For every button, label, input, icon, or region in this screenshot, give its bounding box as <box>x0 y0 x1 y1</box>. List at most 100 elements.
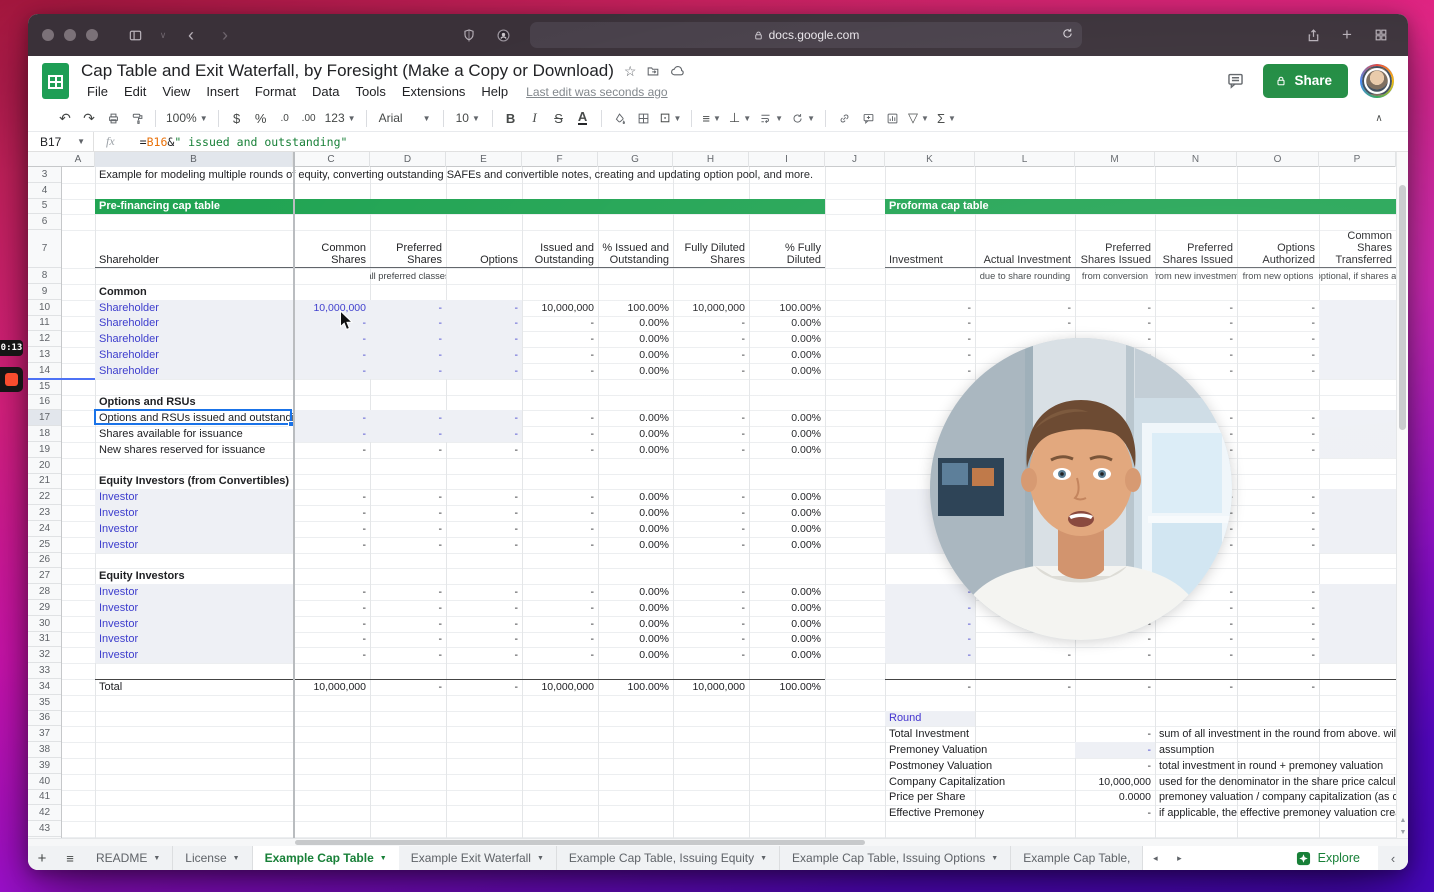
row-header-35[interactable]: 35 <box>28 695 61 711</box>
row-header-28[interactable]: 28 <box>28 584 61 600</box>
cell-F12[interactable]: - <box>522 331 598 347</box>
row-header-14[interactable]: 14 <box>28 363 61 379</box>
cell-B24[interactable]: Investor <box>95 521 293 537</box>
cell-F17[interactable]: - <box>522 410 598 426</box>
back-button[interactable]: ‹ <box>178 23 204 47</box>
cell-C14[interactable]: - <box>293 363 370 379</box>
row-header-4[interactable]: 4 <box>28 183 61 199</box>
share-upload-icon[interactable] <box>1300 23 1326 47</box>
cell-M32[interactable]: - <box>1075 647 1155 663</box>
cell-C28[interactable]: - <box>293 584 370 600</box>
cell-F10[interactable]: 10,000,000 <box>522 300 598 316</box>
cell-G32[interactable]: 0.00% <box>598 647 673 663</box>
column-header-D[interactable]: D <box>370 152 446 167</box>
cell-F7[interactable]: Issued and Outstanding <box>522 230 598 268</box>
cell-I22[interactable]: 0.00% <box>749 489 825 505</box>
cell-O11[interactable]: - <box>1237 316 1319 332</box>
cell-O24[interactable]: - <box>1237 521 1319 537</box>
cell-I28[interactable]: 0.00% <box>749 584 825 600</box>
cell-N11[interactable]: - <box>1155 316 1237 332</box>
column-header-F[interactable]: F <box>522 152 598 167</box>
sheet-tab-2[interactable]: Example Cap Table ▼ <box>252 846 399 870</box>
cell-K11[interactable]: - <box>885 316 975 332</box>
row-header-32[interactable]: 32 <box>28 647 61 664</box>
cell-F31[interactable]: - <box>522 632 598 648</box>
cell-K10[interactable]: - <box>885 300 975 316</box>
forward-button[interactable]: › <box>212 23 238 47</box>
cell-O34[interactable]: - <box>1237 679 1319 695</box>
cell-F14[interactable]: - <box>522 363 598 379</box>
cell-N40[interactable]: used for the denominator in the share pr… <box>1155 774 1396 790</box>
cell-D12[interactable]: - <box>370 331 446 347</box>
cell-H32[interactable]: - <box>673 647 749 663</box>
column-header-A[interactable]: A <box>62 152 95 167</box>
column-header-I[interactable]: I <box>749 152 825 167</box>
cell-E23[interactable]: - <box>446 505 522 521</box>
row-header-16[interactable]: 16 <box>28 395 61 411</box>
cell-O7[interactable]: Options Authorized <box>1237 230 1319 268</box>
cell-I30[interactable]: 0.00% <box>749 616 825 632</box>
row-header-30[interactable]: 30 <box>28 616 61 632</box>
cell-B13[interactable]: Shareholder <box>95 347 293 363</box>
cell-B3[interactable]: Example for modeling multiple rounds of … <box>95 167 885 183</box>
cell-E14[interactable]: - <box>446 363 522 379</box>
cell-K5[interactable]: Proforma cap table <box>885 198 1396 215</box>
cell-M34[interactable]: - <box>1075 679 1155 695</box>
cell-H24[interactable]: - <box>673 521 749 537</box>
sheet-tab-5[interactable]: Example Cap Table, Issuing Options ▼ <box>780 846 1012 870</box>
cell-D30[interactable]: - <box>370 616 446 632</box>
row-header-36[interactable]: 36 <box>28 711 61 727</box>
cell-D18[interactable]: - <box>370 426 446 442</box>
cell-G18[interactable]: 0.00% <box>598 426 673 442</box>
text-rotation-button[interactable]: ▼ <box>788 107 818 129</box>
menu-extensions[interactable]: Extensions <box>396 83 472 100</box>
cell-H31[interactable]: - <box>673 632 749 648</box>
cell-C18[interactable]: - <box>293 426 370 442</box>
cell-F13[interactable]: - <box>522 347 598 363</box>
frozen-column-divider[interactable] <box>293 152 295 838</box>
cell-D32[interactable]: - <box>370 647 446 663</box>
cell-G23[interactable]: 0.00% <box>598 505 673 521</box>
cell-E11[interactable]: - <box>446 316 522 332</box>
cell-O28[interactable]: - <box>1237 584 1319 600</box>
cell-E30[interactable]: - <box>446 616 522 632</box>
row-header-12[interactable]: 12 <box>28 331 61 348</box>
reload-icon[interactable] <box>1061 27 1074 43</box>
account-avatar[interactable] <box>1362 65 1392 96</box>
row-header-20[interactable]: 20 <box>28 458 61 474</box>
functions-button[interactable]: Σ ▼ <box>934 107 959 129</box>
cell-I31[interactable]: 0.00% <box>749 632 825 648</box>
cell-K37[interactable]: Total Investment <box>885 726 1075 742</box>
cell-N13[interactable]: - <box>1155 347 1237 363</box>
cell-K32[interactable]: - <box>885 647 975 663</box>
row-header-40[interactable]: 40 <box>28 774 61 790</box>
sidebar-chevron-icon[interactable]: ∨ <box>156 23 170 47</box>
cell-H14[interactable]: - <box>673 363 749 379</box>
cell-K14[interactable]: - <box>885 363 975 379</box>
cell-K39[interactable]: Postmoney Valuation <box>885 758 1075 774</box>
cell-D14[interactable]: - <box>370 363 446 379</box>
cell-I14[interactable]: 0.00% <box>749 363 825 379</box>
cell-G13[interactable]: 0.00% <box>598 347 673 363</box>
sheet-tab-0[interactable]: README ▼ <box>84 846 174 870</box>
cell-L8[interactable]: due to share rounding <box>975 268 1075 284</box>
cell-E28[interactable]: - <box>446 584 522 600</box>
cell-D25[interactable]: - <box>370 537 446 553</box>
cell-H10[interactable]: 10,000,000 <box>673 300 749 316</box>
font-select[interactable]: Arial ▼ <box>374 107 436 129</box>
cell-I18[interactable]: 0.00% <box>749 426 825 442</box>
cell-G10[interactable]: 100.00% <box>598 300 673 316</box>
cell-B9[interactable]: Common <box>95 284 293 300</box>
menu-insert[interactable]: Insert <box>200 83 245 100</box>
cell-C25[interactable]: - <box>293 537 370 553</box>
cell-G19[interactable]: 0.00% <box>598 442 673 458</box>
row-header-29[interactable]: 29 <box>28 600 61 616</box>
cell-E18[interactable]: - <box>446 426 522 442</box>
cell-K42[interactable]: Effective Premoney <box>885 805 1075 821</box>
row-header-11[interactable]: 11 <box>28 316 61 332</box>
cell-D31[interactable]: - <box>370 632 446 648</box>
cell-N8[interactable]: from new investment <box>1155 268 1237 284</box>
cell-D10[interactable]: - <box>370 300 446 316</box>
row-header-26[interactable]: 26 <box>28 553 61 569</box>
cell-M10[interactable]: - <box>1075 300 1155 316</box>
